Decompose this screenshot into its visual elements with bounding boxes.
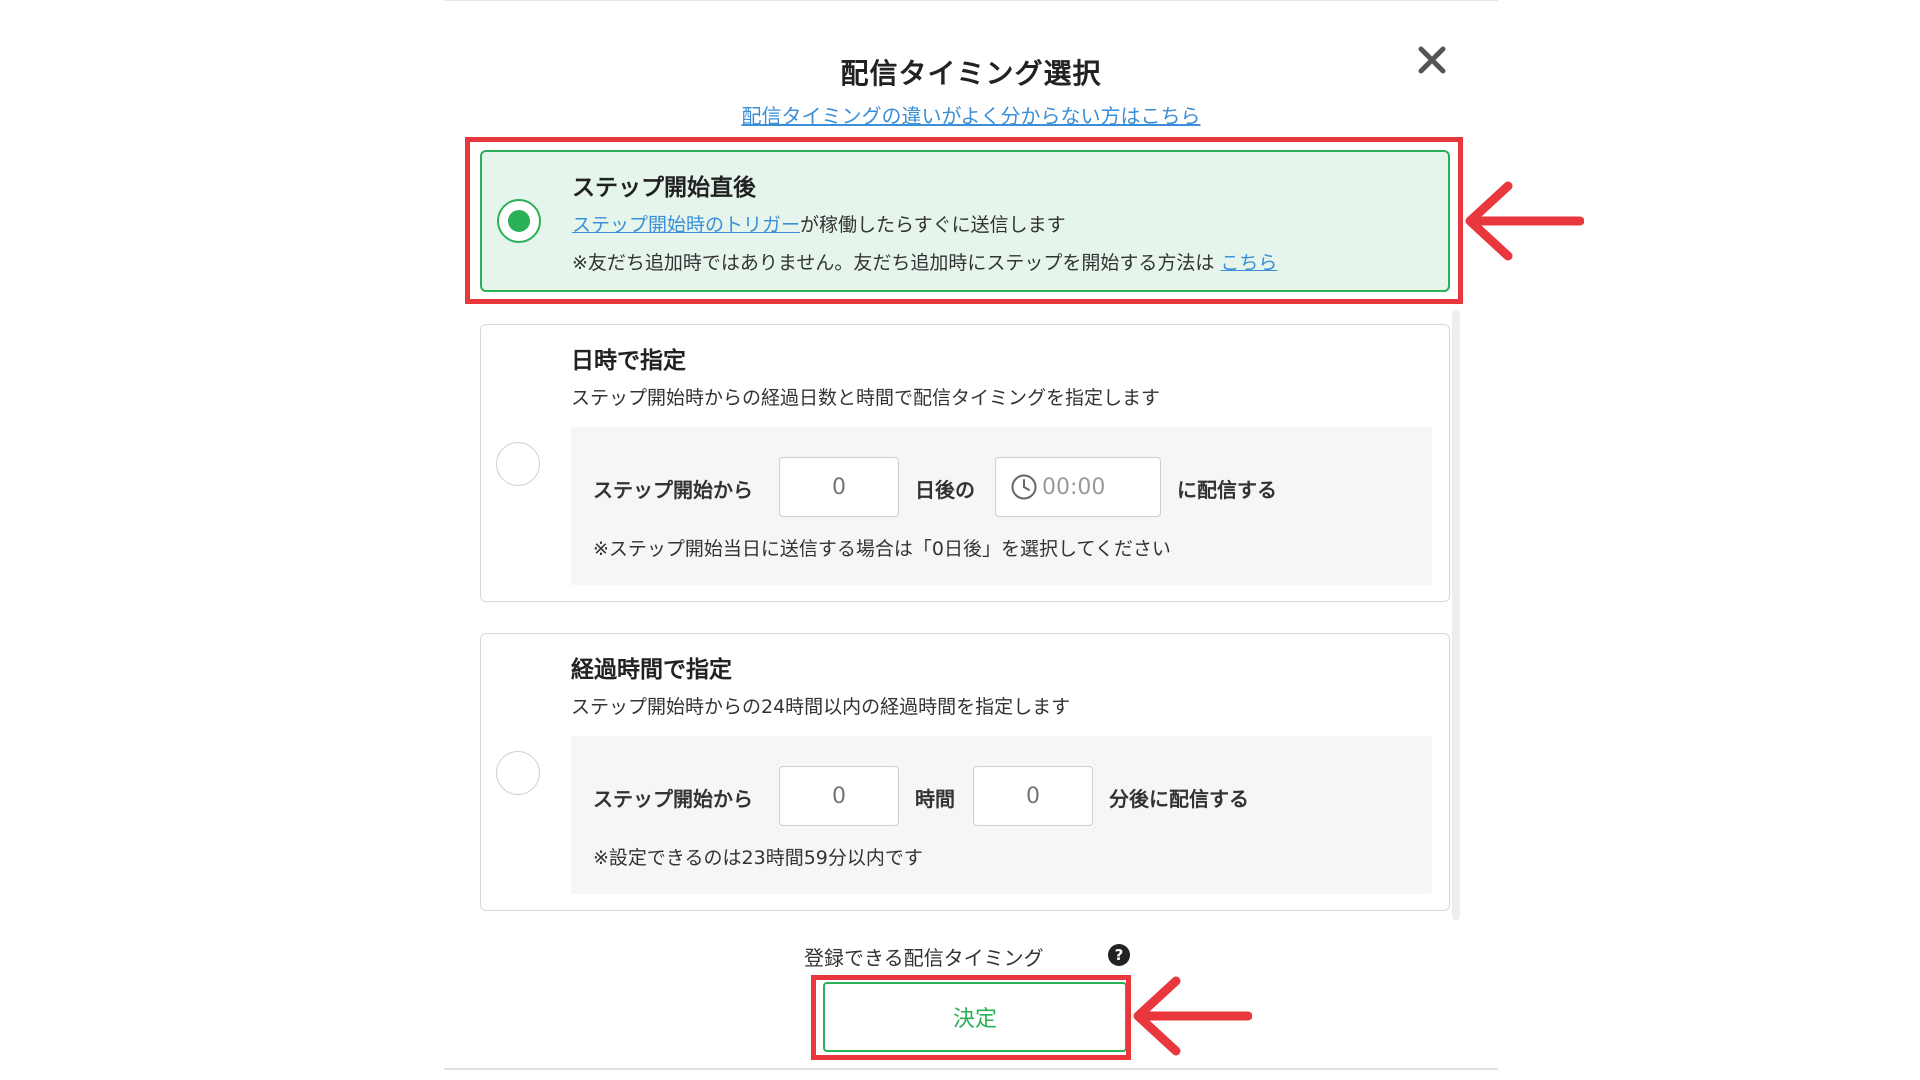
dialog-bottom-border — [444, 1068, 1498, 1070]
radio-specify-date-time[interactable] — [496, 442, 540, 486]
option-description-text: が稼働したらすぐに送信します — [800, 214, 1066, 236]
step-trigger-link[interactable]: ステップ開始時のトリガー — [572, 214, 800, 236]
config-note: ※設定できるのは23時間59分以内です — [593, 847, 923, 869]
hours-input[interactable] — [779, 766, 899, 826]
delivery-timing-dialog: 配信タイミング選択 配信タイミングの違いがよく分からない方はこちら ステップ開始… — [444, 0, 1498, 1080]
option-description: ステップ開始時からの24時間以内の経過時間を指定します — [571, 696, 1071, 718]
option-specify-date-time[interactable]: 日時で指定 ステップ開始時からの経過日数と時間で配信タイミングを指定します ステ… — [480, 324, 1450, 602]
radio-specify-elapsed-time[interactable] — [496, 751, 540, 795]
config-label-hours: 時間 — [915, 787, 955, 811]
close-button[interactable] — [1412, 40, 1452, 80]
option-title: 日時で指定 — [571, 348, 686, 374]
config-label-days: 日後の — [915, 478, 975, 502]
close-icon — [1418, 46, 1446, 74]
option-note-text: ※友だち追加時ではありません。友だち追加時にステップを開始する方法は — [572, 252, 1215, 274]
elapsed-time-config-panel: ステップ開始から 時間 分後に配信する ※設定できるのは23時間59分以内です — [571, 736, 1432, 894]
config-label-suffix: に配信する — [1177, 478, 1277, 502]
options-scrollbar[interactable] — [1452, 310, 1460, 920]
submit-button[interactable]: 決定 — [823, 982, 1127, 1052]
time-input[interactable]: 00:00 — [995, 457, 1161, 517]
registerable-timing-label: 登録できる配信タイミング — [804, 946, 1044, 970]
clock-icon — [1011, 474, 1037, 500]
option-description: ステップ開始時からの経過日数と時間で配信タイミングを指定します — [571, 387, 1161, 409]
days-input[interactable] — [779, 457, 899, 517]
config-label-prefix: ステップ開始から — [593, 478, 753, 502]
timing-help-link[interactable]: 配信タイミングの違いがよく分からない方はこちら — [444, 100, 1498, 129]
date-time-config-panel: ステップ開始から 日後の 00:00 に配信する ※ステップ開始当日に送信する場… — [571, 427, 1432, 585]
question-circle-icon[interactable]: ? — [1108, 944, 1130, 966]
option-title: ステップ開始直後 — [572, 175, 756, 201]
dialog-top-border — [444, 0, 1498, 1]
time-placeholder: 00:00 — [1042, 474, 1106, 500]
config-label-prefix: ステップ開始から — [593, 787, 753, 811]
config-label-suffix: 分後に配信する — [1109, 787, 1249, 811]
config-note: ※ステップ開始当日に送信する場合は「0日後」を選択してください — [593, 538, 1171, 560]
dialog-title: 配信タイミング選択 — [840, 57, 1102, 90]
option-specify-elapsed-time[interactable]: 経過時間で指定 ステップ開始時からの24時間以内の経過時間を指定します ステップ… — [480, 633, 1450, 911]
option-immediately-after-start[interactable]: ステップ開始直後 ステップ開始時のトリガーが稼働したらすぐに送信します ※友だち… — [480, 150, 1450, 292]
option-title: 経過時間で指定 — [571, 657, 732, 683]
friend-add-method-link[interactable]: こちら — [1220, 252, 1277, 274]
option-description: ステップ開始時のトリガーが稼働したらすぐに送信します — [572, 210, 1066, 237]
minutes-input[interactable] — [973, 766, 1093, 826]
option-note: ※友だち追加時ではありません。友だち追加時にステップを開始する方法は こちら — [572, 248, 1277, 275]
radio-immediately-after-start[interactable] — [497, 199, 541, 243]
